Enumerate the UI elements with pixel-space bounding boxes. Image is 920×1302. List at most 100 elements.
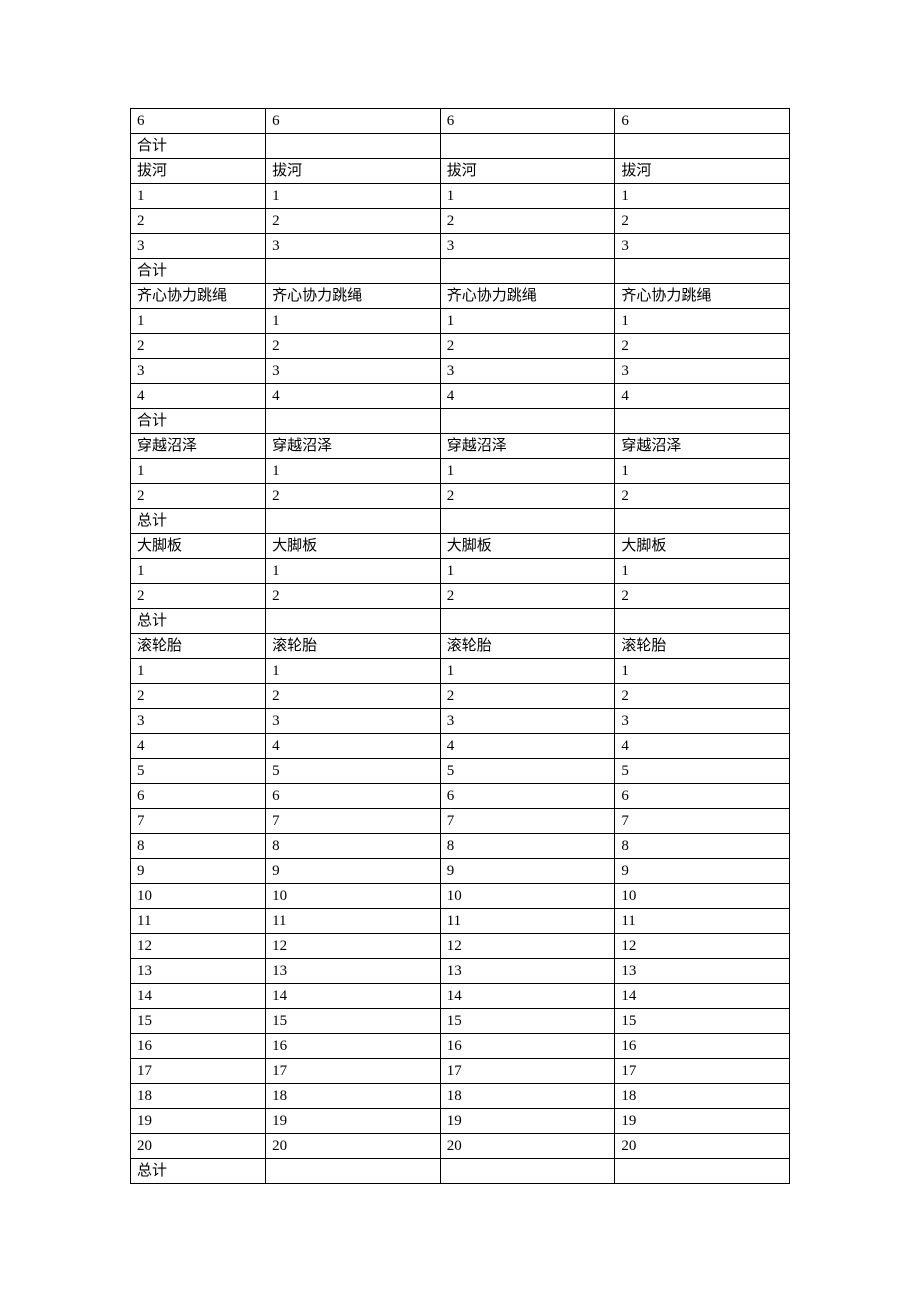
table-cell: 20: [615, 1134, 790, 1159]
table-cell: 15: [266, 1009, 441, 1034]
table-row: 19191919: [131, 1109, 790, 1134]
table-cell: [440, 509, 615, 534]
table-row: 3333: [131, 234, 790, 259]
table-cell: 10: [266, 884, 441, 909]
table-cell: 5: [440, 759, 615, 784]
table-row: 1111: [131, 559, 790, 584]
table-cell: 2: [131, 584, 266, 609]
table-cell: 齐心协力跳绳: [266, 284, 441, 309]
table-cell: 4: [131, 734, 266, 759]
table-row: 13131313: [131, 959, 790, 984]
table-cell: 4: [615, 734, 790, 759]
table-cell: [615, 134, 790, 159]
table-cell: 3: [615, 709, 790, 734]
table-cell: 15: [131, 1009, 266, 1034]
table-cell: 11: [615, 909, 790, 934]
table-cell: 1: [131, 659, 266, 684]
table-cell: 2: [615, 334, 790, 359]
table-cell: 10: [440, 884, 615, 909]
table-row: 1111: [131, 459, 790, 484]
table-cell: 16: [615, 1034, 790, 1059]
table-cell: 大脚板: [615, 534, 790, 559]
table-cell: 12: [266, 934, 441, 959]
table-row: 14141414: [131, 984, 790, 1009]
table-cell: 2: [266, 334, 441, 359]
table-cell: 3: [131, 709, 266, 734]
table-cell: 齐心协力跳绳: [131, 284, 266, 309]
table-row: 11111111: [131, 909, 790, 934]
table-cell: 12: [440, 934, 615, 959]
table-row: 18181818: [131, 1084, 790, 1109]
table-cell: 2: [131, 334, 266, 359]
table-row: 齐心协力跳绳齐心协力跳绳齐心协力跳绳齐心协力跳绳: [131, 284, 790, 309]
table-cell: 7: [266, 809, 441, 834]
table-cell: 5: [615, 759, 790, 784]
table-cell: 3: [266, 709, 441, 734]
table-cell: 1: [131, 309, 266, 334]
table-cell: 6: [440, 109, 615, 134]
table-cell: 穿越沼泽: [266, 434, 441, 459]
table-row: 拔河拔河拔河拔河: [131, 159, 790, 184]
table-row: 1111: [131, 659, 790, 684]
table-cell: 大脚板: [266, 534, 441, 559]
table-cell: 17: [266, 1059, 441, 1084]
table-cell: 穿越沼泽: [440, 434, 615, 459]
table-cell: 合计: [131, 409, 266, 434]
table-row: 2222: [131, 334, 790, 359]
table-row: 2222: [131, 584, 790, 609]
table-cell: 齐心协力跳绳: [615, 284, 790, 309]
table-cell: 1: [615, 459, 790, 484]
table-cell: 大脚板: [131, 534, 266, 559]
table-cell: 大脚板: [440, 534, 615, 559]
table-row: 12121212: [131, 934, 790, 959]
table-cell: 2: [440, 484, 615, 509]
table-cell: 12: [615, 934, 790, 959]
table-cell: 6: [440, 784, 615, 809]
table-cell: [266, 509, 441, 534]
table-cell: 6: [131, 784, 266, 809]
table-row: 总计: [131, 1159, 790, 1184]
table-cell: 7: [615, 809, 790, 834]
table-cell: 1: [615, 309, 790, 334]
table-cell: 2: [440, 334, 615, 359]
table-cell: 滚轮胎: [440, 634, 615, 659]
table-cell: 18: [266, 1084, 441, 1109]
table-cell: 9: [440, 859, 615, 884]
table-cell: 19: [615, 1109, 790, 1134]
table-cell: 6: [615, 109, 790, 134]
table-cell: [266, 1159, 441, 1184]
table-cell: 20: [131, 1134, 266, 1159]
table-row: 5555: [131, 759, 790, 784]
table-cell: 3: [440, 359, 615, 384]
table-cell: 2: [440, 584, 615, 609]
table-cell: 2: [266, 484, 441, 509]
table-cell: 6: [266, 109, 441, 134]
table-cell: 8: [131, 834, 266, 859]
table-cell: [615, 409, 790, 434]
table-cell: 合计: [131, 134, 266, 159]
table-cell: 齐心协力跳绳: [440, 284, 615, 309]
table-row: 10101010: [131, 884, 790, 909]
table-cell: 2: [440, 209, 615, 234]
data-table: 6666合计拔河拔河拔河拔河111122223333合计齐心协力跳绳齐心协力跳绳…: [130, 108, 790, 1184]
table-cell: 14: [266, 984, 441, 1009]
table-cell: 18: [440, 1084, 615, 1109]
table-cell: 18: [615, 1084, 790, 1109]
table-cell: 4: [615, 384, 790, 409]
table-cell: 5: [131, 759, 266, 784]
table-cell: 1: [615, 559, 790, 584]
table-cell: 2: [615, 209, 790, 234]
table-row: 2222: [131, 484, 790, 509]
table-cell: 拔河: [131, 159, 266, 184]
table-cell: 3: [131, 359, 266, 384]
table-cell: [440, 259, 615, 284]
table-row: 4444: [131, 384, 790, 409]
table-cell: 13: [615, 959, 790, 984]
table-cell: 5: [266, 759, 441, 784]
table-cell: 拔河: [440, 159, 615, 184]
table-cell: 6: [131, 109, 266, 134]
table-cell: 1: [131, 184, 266, 209]
table-cell: 2: [615, 584, 790, 609]
table-cell: 1: [266, 659, 441, 684]
table-cell: 9: [131, 859, 266, 884]
